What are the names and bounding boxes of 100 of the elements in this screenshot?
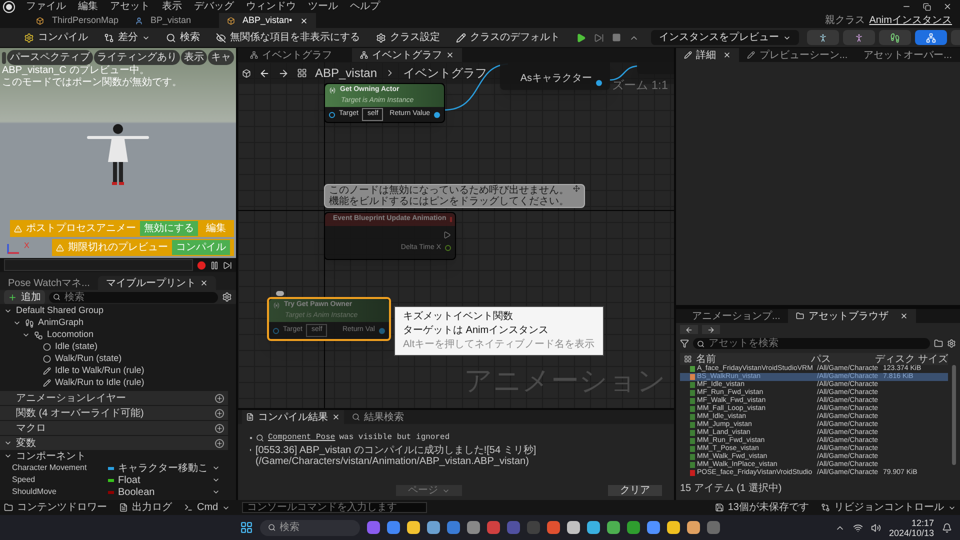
- tree-item[interactable]: Walk/Run (state): [0, 353, 236, 365]
- tree-item[interactable]: Idle to Walk/Run (rule): [0, 365, 236, 377]
- viewport-button[interactable]: ライティングあり: [94, 50, 180, 65]
- category-header[interactable]: アニメーションレイヤー: [0, 390, 228, 405]
- taskbar-search-field[interactable]: 検索: [260, 520, 360, 536]
- close-icon[interactable]: [723, 51, 732, 59]
- compile-button[interactable]: コンパイル: [20, 30, 92, 45]
- app-icon[interactable]: [547, 521, 560, 534]
- speaker-icon[interactable]: [870, 522, 881, 532]
- column-header[interactable]: 名前: [696, 352, 811, 366]
- graph-canvas[interactable]: [238, 62, 674, 408]
- step-icon[interactable]: [223, 260, 232, 270]
- app-icon[interactable]: [467, 521, 480, 534]
- search-input[interactable]: 検索: [64, 290, 214, 304]
- tree-item[interactable]: Walk/Run to Idle (rule): [0, 377, 236, 389]
- close-icon[interactable]: [200, 279, 208, 287]
- filter-icon[interactable]: [680, 339, 689, 348]
- restore-icon[interactable]: [923, 2, 931, 10]
- skeleton-mode-button[interactable]: [807, 30, 839, 45]
- app-icon[interactable]: [567, 521, 580, 534]
- document-tab[interactable]: BP_vistan: [126, 13, 219, 28]
- panel-tab[interactable]: マイブループリント: [98, 276, 216, 290]
- menu-item[interactable]: ツール: [308, 2, 338, 12]
- add-icon[interactable]: [215, 408, 224, 418]
- tree-item[interactable]: Locomotion: [0, 329, 236, 341]
- diff-button[interactable]: 差分: [100, 30, 154, 45]
- forward-button[interactable]: [702, 325, 720, 334]
- document-tab[interactable]: ThirdPersonMap: [28, 13, 127, 28]
- panel-tab[interactable]: Pose Watchマネ...: [0, 276, 98, 290]
- tree-item[interactable]: Default Shared Group: [0, 305, 236, 317]
- output-log-button[interactable]: 出力ログ: [119, 500, 172, 515]
- viewport-button[interactable]: パースペクティブ: [7, 50, 93, 65]
- panel-tab[interactable]: 結果検索: [348, 410, 408, 424]
- column-header[interactable]: パス: [810, 352, 876, 366]
- folder-icon[interactable]: [934, 339, 943, 348]
- close-icon[interactable]: [900, 312, 908, 320]
- menu-item[interactable]: 表示: [162, 2, 182, 12]
- variable-name[interactable]: Character Movement: [8, 462, 108, 474]
- menu-item[interactable]: ヘルプ: [350, 2, 380, 12]
- app-icon[interactable]: [627, 521, 640, 534]
- record-icon[interactable]: [197, 260, 206, 270]
- graph-tab[interactable]: イベントグラフ: [242, 48, 340, 62]
- app-icon[interactable]: [607, 521, 620, 534]
- blueprint-mode-button[interactable]: [915, 30, 947, 45]
- asset-search-input[interactable]: アセットを検索: [708, 336, 926, 351]
- back-button[interactable]: [680, 325, 698, 334]
- parent-class-link[interactable]: Animインスタンス: [869, 13, 952, 28]
- back-icon[interactable]: [259, 68, 270, 78]
- close-icon[interactable]: [332, 413, 340, 421]
- panel-tab[interactable]: アセットブラウザ: [788, 309, 916, 323]
- clear-button[interactable]: クリア: [608, 485, 662, 496]
- panel-tab[interactable]: アセットオーバー...: [856, 48, 960, 62]
- log-link[interactable]: Component Pose: [268, 432, 336, 443]
- search-field[interactable]: 検索: [49, 292, 218, 302]
- breadcrumb-item[interactable]: ABP_vistan: [315, 64, 378, 82]
- viewport-button[interactable]: キャ: [208, 50, 234, 65]
- revision-control-button[interactable]: リビジョンコントロール: [821, 500, 956, 515]
- close-icon[interactable]: [446, 51, 454, 59]
- document-tab[interactable]: ABP_vistan•: [218, 13, 316, 28]
- pause-icon[interactable]: [210, 260, 219, 270]
- category-header[interactable]: 変数: [0, 435, 228, 450]
- app-icon[interactable]: [587, 521, 600, 534]
- viewport-button[interactable]: 表示: [181, 50, 207, 65]
- start-icon[interactable]: [240, 521, 253, 534]
- animation-mode-button[interactable]: [879, 30, 911, 45]
- taskbar-search-input[interactable]: 検索: [280, 520, 352, 535]
- app-icon[interactable]: [427, 521, 440, 534]
- add-icon[interactable]: [215, 424, 224, 432]
- menu-item[interactable]: ウィンドウ: [246, 2, 296, 12]
- search-button[interactable]: 検索: [162, 30, 204, 45]
- console-field[interactable]: コンソールコマンドを入力します: [242, 502, 428, 513]
- hide-unrelated-button[interactable]: 無関係な項目を非表示にする: [212, 30, 364, 45]
- menu-item[interactable]: アセット: [110, 2, 150, 12]
- preview-instance-dropdown[interactable]: インスタンスをプレビュー: [651, 30, 799, 45]
- menu-item[interactable]: 編集: [78, 2, 98, 12]
- app-icon[interactable]: [387, 521, 400, 534]
- mesh-mode-button[interactable]: [843, 30, 875, 45]
- settings-icon[interactable]: [947, 339, 956, 348]
- menu-item[interactable]: ファイル: [26, 2, 66, 12]
- column-header[interactable]: ディスク サイズ: [875, 352, 948, 366]
- category-item[interactable]: コンポーネント: [0, 450, 236, 462]
- variable-name[interactable]: ShouldMove: [8, 486, 108, 498]
- app-icon[interactable]: [647, 521, 660, 534]
- app-icon[interactable]: [687, 521, 700, 534]
- cmd-dropdown[interactable]: Cmd: [184, 500, 230, 515]
- category-header[interactable]: マクロ: [0, 420, 228, 435]
- breadcrumb-item[interactable]: イベントグラフ: [403, 64, 488, 82]
- add-icon[interactable]: [215, 438, 224, 448]
- panel-tab[interactable]: アニメーションプ...: [684, 309, 788, 323]
- column-options-icon[interactable]: [684, 355, 692, 363]
- forward-icon[interactable]: [278, 68, 289, 78]
- close-icon[interactable]: [943, 2, 952, 11]
- variable-name[interactable]: Speed: [8, 474, 108, 486]
- add-icon[interactable]: [215, 394, 224, 402]
- scrollbar[interactable]: [952, 365, 956, 465]
- category-header[interactable]: 関数 (4 オーバーライド可能): [0, 405, 228, 420]
- app-icon[interactable]: [407, 521, 420, 534]
- tree-item[interactable]: AnimGraph: [0, 317, 236, 329]
- menu-item[interactable]: デバッグ: [194, 2, 234, 12]
- add-button[interactable]: 追加: [4, 290, 45, 304]
